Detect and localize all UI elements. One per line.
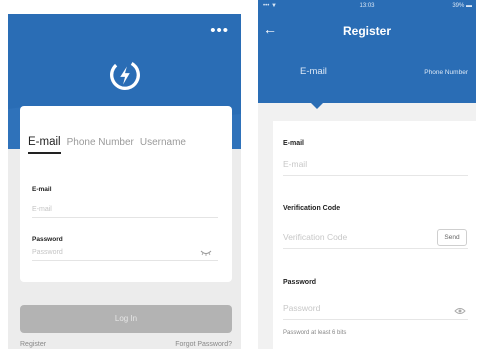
active-tab-pointer (310, 102, 324, 109)
tab-email[interactable]: E-mail (28, 136, 61, 154)
email-field[interactable]: E-mail (32, 206, 218, 218)
forgot-password-link[interactable]: Forgot Password? (175, 341, 232, 348)
password-placeholder: Password (32, 249, 63, 256)
register-form: E-mail E-mail Verification Code Verifica… (273, 121, 476, 349)
login-card: E-mail Phone Number Username E-mail E-ma… (20, 106, 232, 282)
login-tabs: E-mail Phone Number Username (28, 136, 186, 154)
verification-code-label: Verification Code (283, 205, 341, 212)
password-label: Password (283, 279, 317, 286)
tab-username[interactable]: Username (140, 137, 186, 148)
password-label: Password (32, 236, 63, 243)
password-field[interactable]: Password (283, 303, 468, 320)
tab-phone-number[interactable]: Phone Number (67, 137, 134, 148)
eye-closed-icon[interactable] (200, 249, 212, 257)
login-footer: Register Forgot Password? (20, 341, 232, 348)
email-label: E-mail (283, 140, 305, 147)
login-button[interactable]: Log In (20, 305, 232, 333)
tab-email[interactable]: E-mail (300, 66, 327, 77)
tab-phone-number[interactable]: Phone Number (424, 69, 468, 76)
battery-indicator: 39% ▬ (452, 3, 472, 9)
email-label: E-mail (32, 186, 52, 193)
page-title: Register (342, 24, 392, 38)
password-field[interactable]: Password (32, 249, 218, 261)
login-screen: ••• E-mail Phone Number Username E-mail … (8, 14, 241, 349)
password-hint: Password at least 6 bits (283, 330, 347, 336)
more-options-icon[interactable]: ••• (210, 23, 229, 38)
status-bar: ••• ▼ 13:03 39% ▬ (258, 0, 476, 13)
eye-open-icon[interactable] (454, 307, 466, 315)
app-logo-icon (110, 60, 140, 90)
register-screen: ••• ▼ 13:03 39% ▬ ← Register E-mail Phon… (258, 0, 476, 349)
register-link[interactable]: Register (20, 341, 46, 348)
status-time: 13:03 (359, 3, 375, 9)
battery-percent: 39% (452, 3, 465, 9)
email-field[interactable]: E-mail (283, 159, 468, 176)
register-header: ← Register E-mail Phone Number (258, 13, 476, 103)
send-code-button[interactable]: Send (437, 229, 467, 246)
battery-icon: ▬ (466, 3, 472, 9)
